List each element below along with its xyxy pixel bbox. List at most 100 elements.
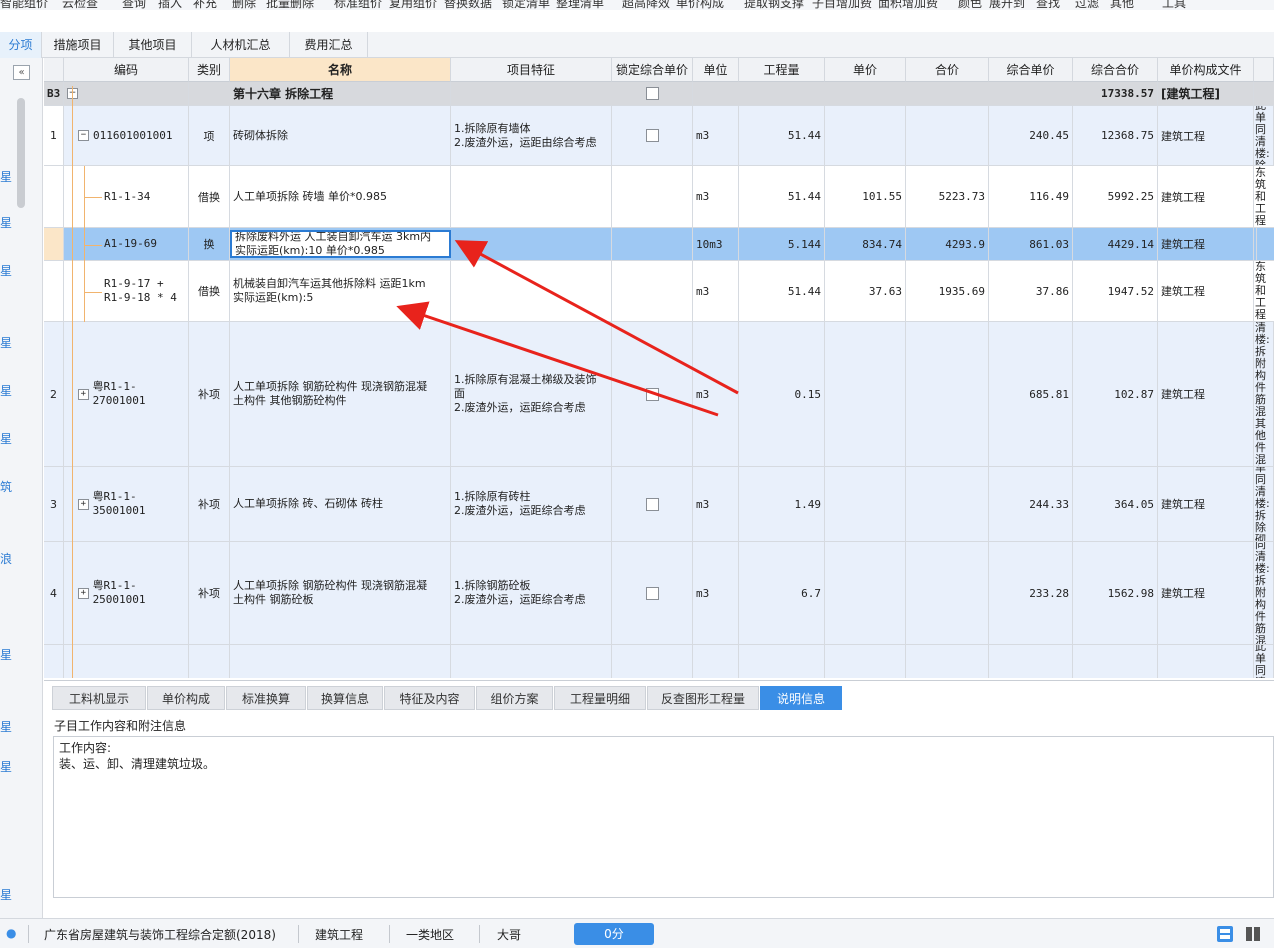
quantity[interactable]: 1.49 xyxy=(739,467,825,541)
sidebar-marker[interactable]: 筑 xyxy=(0,478,12,495)
section-row[interactable]: B3− 第十六章 拆除工程 17338.57 [建筑工程] xyxy=(44,82,1274,106)
column-header[interactable]: 名称 xyxy=(230,58,451,82)
toolbar-item[interactable]: 复用组价 xyxy=(389,0,437,10)
sidebar-marker[interactable]: 星 xyxy=(0,334,12,351)
item-code[interactable]: R1-1-34 xyxy=(64,166,189,227)
toolbar-item[interactable]: 批量删除 xyxy=(266,0,314,10)
lock-cell[interactable] xyxy=(612,106,693,165)
tab-1[interactable]: 措施项目 xyxy=(42,32,114,58)
item-code[interactable]: −011601001001 xyxy=(64,106,189,165)
column-header[interactable]: 锁定综合单价 xyxy=(612,58,693,82)
sidebar-marker[interactable]: 星 xyxy=(0,886,12,903)
item-name[interactable]: 拆除废料外运 人工装自卸汽车运 3km内 实际运距(km):10 单价*0.98… xyxy=(230,230,451,258)
sidebar-marker[interactable]: 星 xyxy=(0,758,12,775)
score-button[interactable]: 0分 xyxy=(574,923,654,945)
table-row[interactable]: A1-19-69 换拆除废料外运 人工装自卸汽车运 3km内 实际运距(km):1… xyxy=(44,228,1274,261)
section-toggle[interactable]: − xyxy=(64,82,189,105)
lock-checkbox[interactable] xyxy=(645,129,659,142)
tab-0[interactable]: 分项 xyxy=(0,32,42,58)
toolbar-item[interactable]: 查找 xyxy=(1036,0,1060,10)
column-header[interactable]: 单位 xyxy=(693,58,739,82)
column-header[interactable]: 综合单价 xyxy=(989,58,1073,82)
table-row[interactable]: 4 + 粤R1-1-25001001 补项 人工单项拆除 钢筋砼构件 现浇钢筋混凝 土构… xyxy=(44,542,1274,645)
quantity[interactable]: 5.144 xyxy=(739,228,825,260)
item-feature[interactable]: 1.拆除钢筋砼板 2.废渣外运，运距综合考虑 xyxy=(451,542,612,644)
item-name[interactable]: 机械装自卸汽车运其他拆除料 运距1km 实际运距(km):5 xyxy=(230,261,451,321)
toolbar-item[interactable]: 云检查 xyxy=(62,0,98,10)
item-code[interactable]: + 粤R1-1-27001001 xyxy=(64,322,189,466)
item-name[interactable]: 人工单项拆除 钢筋砼构件 现浇钢筋混凝 土构件 钢筋砼板 xyxy=(230,542,451,644)
quantity[interactable]: 51.44 xyxy=(739,106,825,165)
layout-columns-icon[interactable] xyxy=(1244,925,1262,943)
sidebar-marker[interactable]: 星 xyxy=(0,262,12,279)
toolbar-item[interactable]: 过滤 xyxy=(1075,0,1099,10)
toolbar-item[interactable]: 超高降效 xyxy=(622,0,670,10)
table-row[interactable]: 2 + 粤R1-1-27001001 补项 人工单项拆除 钢筋砼构件 现浇钢筋混凝 土构… xyxy=(44,322,1274,467)
item-feature[interactable] xyxy=(451,166,612,227)
bottom-tab[interactable]: 反查图形工程量 xyxy=(647,686,759,710)
expand-icon[interactable]: + xyxy=(78,498,89,510)
toolbar-item[interactable]: 展开到 xyxy=(989,0,1025,10)
item-name[interactable]: 砖砌体拆除 xyxy=(230,106,451,165)
sidebar-marker[interactable]: 星 xyxy=(0,214,12,231)
bottom-tab[interactable]: 标准换算 xyxy=(226,686,306,710)
toolbar-item[interactable]: 锁定清单 xyxy=(502,0,550,10)
bottom-tab[interactable]: 工料机显示 xyxy=(52,686,146,710)
collapse-icon[interactable]: − xyxy=(78,130,89,141)
toolbar-item[interactable]: 工具 xyxy=(1162,0,1186,10)
expand-icon[interactable]: + xyxy=(78,388,89,400)
sidebar-scrollbar[interactable] xyxy=(17,98,25,208)
item-code[interactable]: R1-9-17 + R1-9-18 * 4 xyxy=(64,261,189,321)
work-content-textarea[interactable]: 工作内容: 装、运、卸、清理建筑垃圾。 xyxy=(53,736,1274,898)
item-code[interactable] xyxy=(64,645,189,678)
toolbar-item[interactable]: 插入 xyxy=(158,0,182,10)
lock-checkbox[interactable] xyxy=(645,387,659,401)
toolbar-item[interactable]: 颜色 xyxy=(958,0,982,10)
bottom-tab[interactable]: 组价方案 xyxy=(476,686,553,710)
table-row[interactable]: 3 + 粤R1-1-35001001 补项 人工单项拆除 砖、石砌体 砖柱 1.拆除原有砖… xyxy=(44,467,1274,542)
item-feature[interactable]: 1.拆除原有混凝土梯级及装饰 面 2.废渣外运，运距综合考虑 xyxy=(451,322,612,466)
table-row[interactable]: R1-1-34 借换 人工单项拆除 砖墙 单价*0.985 m3 51.44 101.55… xyxy=(44,166,1274,228)
quantity[interactable]: 51.44 xyxy=(739,261,825,321)
item-name[interactable] xyxy=(230,645,451,678)
toolbar-item[interactable]: 查询 xyxy=(122,0,146,10)
quantity[interactable]: 51.44 xyxy=(739,166,825,227)
bottom-tab[interactable]: 单价构成 xyxy=(147,686,225,710)
expand-icon[interactable]: + xyxy=(78,587,89,599)
toolbar-item[interactable]: 整理清单 xyxy=(556,0,604,10)
column-header[interactable]: 单价构成文件 xyxy=(1158,58,1254,82)
item-name[interactable]: 人工单项拆除 钢筋砼构件 现浇钢筋混凝 土构件 其他钢筋砼构件 xyxy=(230,322,451,466)
sidebar-marker[interactable]: 星 xyxy=(0,718,12,735)
table-row[interactable]: 1−011601001001 项砖砌体拆除 1.拆除原有墙体 2.废渣外运，运距由综… xyxy=(44,106,1274,166)
column-header[interactable]: 合价 xyxy=(906,58,989,82)
item-name[interactable]: 人工单项拆除 砖、石砌体 砖柱 xyxy=(230,467,451,541)
quantity[interactable]: 6.7 xyxy=(739,542,825,644)
lock-cell[interactable] xyxy=(612,228,693,260)
item-feature[interactable] xyxy=(451,645,612,678)
item-feature[interactable] xyxy=(451,261,612,321)
toolbar-item[interactable]: 智能组价 xyxy=(0,0,48,10)
bottom-tab[interactable]: 换算信息 xyxy=(307,686,383,710)
item-name[interactable]: 人工单项拆除 砖墙 单价*0.985 xyxy=(230,166,451,227)
column-header[interactable]: 单价 xyxy=(825,58,906,82)
tab-3[interactable]: 人材机汇总 xyxy=(192,32,290,58)
lock-cell[interactable] xyxy=(612,542,693,644)
column-header[interactable]: 综合合价 xyxy=(1073,58,1158,82)
item-code[interactable]: + 粤R1-1-35001001 xyxy=(64,467,189,541)
quantity[interactable]: 0.15 xyxy=(739,322,825,466)
column-header[interactable]: 项目特征 xyxy=(451,58,612,82)
collapse-sidebar-button[interactable]: « xyxy=(13,65,30,80)
toolbar-item[interactable]: 提取钢支撑 xyxy=(744,0,804,10)
toolbar-item[interactable]: 标准组价 xyxy=(334,0,382,10)
tab-4[interactable]: 费用汇总 xyxy=(290,32,368,58)
toolbar-item[interactable]: 单价构成 xyxy=(676,0,724,10)
item-feature[interactable]: 1.拆除原有砖柱 2.废渣外运，运距综合考虑 xyxy=(451,467,612,541)
toolbar-item[interactable]: 面积增加费 xyxy=(878,0,938,10)
toolbar-item[interactable]: 删除 xyxy=(232,0,256,10)
section-lock-cell[interactable] xyxy=(612,82,693,105)
quantity[interactable] xyxy=(739,645,825,678)
toolbar-item[interactable]: 补充 xyxy=(193,0,217,10)
sidebar-marker[interactable]: 星 xyxy=(0,646,12,663)
column-header[interactable]: 工程量 xyxy=(739,58,825,82)
lock-cell[interactable] xyxy=(612,166,693,227)
